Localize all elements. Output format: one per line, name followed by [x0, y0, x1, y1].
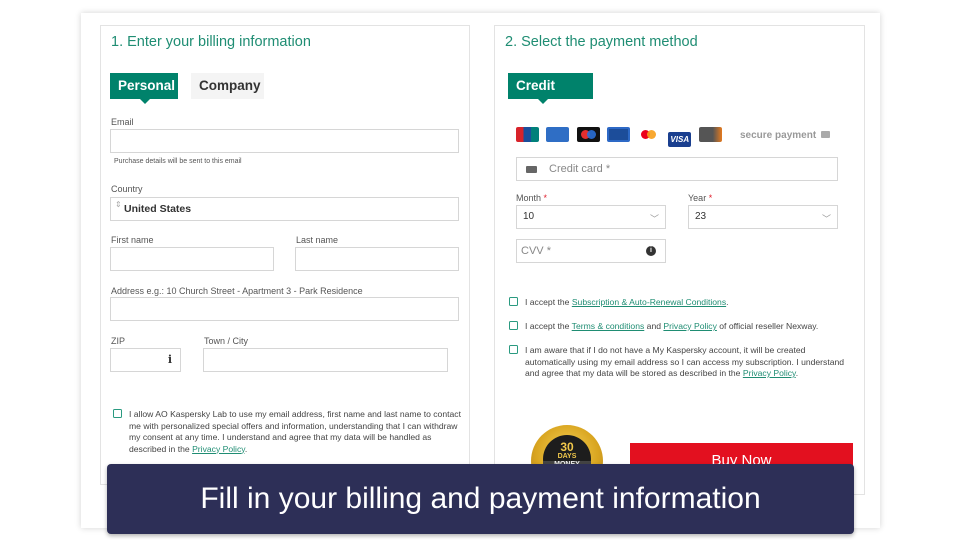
caption-banner: Fill in your billing and payment informa…	[107, 464, 854, 534]
card-logos: VISA	[516, 127, 722, 147]
agreement-checkbox-1[interactable]	[509, 297, 518, 306]
discover-icon	[698, 127, 722, 142]
address-input[interactable]	[110, 297, 459, 321]
email-input[interactable]	[110, 129, 459, 153]
email-label: Email	[111, 117, 134, 127]
first-name-label: First name	[111, 235, 154, 245]
tab-personal[interactable]: Personal	[110, 73, 178, 104]
card-icon	[526, 166, 537, 173]
address-label: Address e.g.: 10 Church Street - Apartme…	[111, 286, 363, 296]
jcb-icon	[607, 127, 631, 142]
agreement-text-3: I am aware that if I do not have a My Ka…	[525, 345, 845, 378]
maestro-icon	[576, 127, 600, 142]
info-icon[interactable]: i	[168, 349, 172, 371]
tab-credit-card[interactable]: Credit card	[508, 73, 593, 119]
agreement-text-1: I accept the Subscription & Auto-Renewal…	[525, 297, 729, 307]
last-name-label: Last name	[296, 235, 339, 245]
lock-icon	[820, 131, 830, 138]
agreement-text-2: I accept the Terms & conditions and Priv…	[525, 321, 819, 331]
country-value: United States	[124, 203, 192, 215]
unionpay-icon	[516, 127, 539, 142]
billing-heading: 1. Enter your billing information	[111, 34, 311, 50]
zip-label: ZIP	[111, 336, 126, 346]
privacy-policy-link[interactable]: Privacy Policy	[192, 444, 245, 454]
country-select[interactable]: ⇕ United States	[110, 197, 459, 221]
agreement-checkbox-2[interactable]	[509, 321, 518, 330]
credit-card-input[interactable]: Credit card *	[516, 157, 838, 181]
email-hint: Purchase details will be sent to this em…	[114, 158, 242, 165]
month-label: Month *	[516, 193, 548, 203]
zip-input[interactable]: i	[110, 348, 181, 372]
last-name-input[interactable]	[295, 247, 459, 271]
mastercard-icon	[638, 127, 661, 142]
consent-checkbox[interactable]	[113, 409, 122, 418]
privacy-policy-link[interactable]: Privacy Policy	[743, 368, 796, 378]
year-label: Year *	[688, 193, 713, 203]
cvv-input[interactable]: CVV * i	[516, 239, 666, 263]
info-icon[interactable]: i	[646, 246, 656, 256]
privacy-policy-link[interactable]: Privacy Policy	[663, 321, 716, 331]
tab-company[interactable]: Company	[191, 73, 264, 99]
city-input[interactable]	[203, 348, 448, 372]
first-name-input[interactable]	[110, 247, 274, 271]
chevron-down-icon: ﹀	[821, 214, 831, 224]
agreement-checkbox-3[interactable]	[509, 345, 518, 354]
consent-text: I allow AO Kaspersky Lab to use my email…	[129, 409, 461, 454]
amex-icon	[546, 127, 570, 142]
payment-heading: 2. Select the payment method	[505, 34, 698, 50]
secure-payment: secure payment	[740, 130, 830, 141]
city-label: Town / City	[204, 336, 249, 346]
sort-arrows-icon: ⇕	[115, 200, 122, 209]
terms-link[interactable]: Terms & conditions	[572, 321, 645, 331]
year-select[interactable]: 23 ﹀	[688, 205, 838, 229]
month-select[interactable]: 10 ﹀	[516, 205, 666, 229]
country-label: Country	[111, 184, 143, 194]
chevron-down-icon: ﹀	[649, 214, 659, 224]
visa-icon: VISA	[668, 132, 692, 147]
subscription-conditions-link[interactable]: Subscription & Auto-Renewal Conditions	[572, 297, 726, 307]
